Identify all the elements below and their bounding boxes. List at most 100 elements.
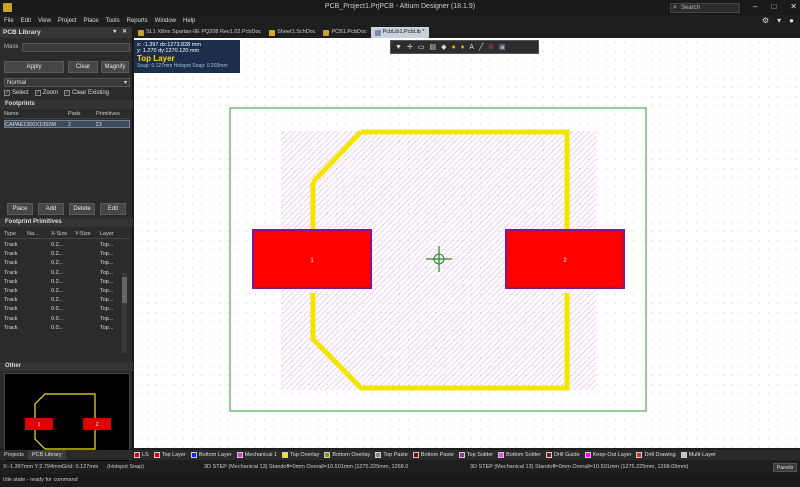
layer-tab[interactable]: Drill Guide	[545, 450, 580, 460]
layer-tab[interactable]: Top Overlay	[282, 450, 319, 460]
primitive-row[interactable]: Track 0.0... Top...	[4, 324, 130, 332]
layer-tab[interactable]: Mechanical 1	[236, 450, 277, 460]
select-checkbox[interactable]: ✓ Select	[4, 90, 29, 96]
minimize-button[interactable]: –	[753, 2, 757, 11]
bell-icon[interactable]: ▾	[777, 16, 781, 25]
menu-bar: File Edit View Project Place Tools Repor…	[0, 15, 800, 27]
tab-sl1-pcbdoc[interactable]: SL1 Xilinx Spartan-IIE PQ208 Rev1.02.Pcb…	[134, 27, 265, 38]
status-coords: X:-1.397mm Y:2.794mm	[3, 464, 63, 470]
keepout-icon[interactable]: ⊘	[488, 43, 494, 51]
layer-tab[interactable]: Bottom Overlay	[324, 450, 370, 460]
layer-label: Bottom Overlay	[332, 452, 371, 458]
mask-input[interactable]	[22, 43, 130, 52]
col-name[interactable]: Name	[4, 111, 68, 118]
panels-button[interactable]: Panels	[773, 463, 797, 472]
menu-reports[interactable]: Reports	[127, 15, 148, 27]
menu-help[interactable]: Help	[183, 15, 195, 27]
layer-tab[interactable]: Top Paste	[375, 450, 408, 460]
title-bar: PCB_Project1.PrjPCB - Altium Designer (1…	[0, 0, 800, 15]
active-bar: ▼ ✛ ▭ ▤ ◆ ● ♦ A ╱ ⊘ ▣	[390, 40, 539, 54]
menu-window[interactable]: Window	[155, 15, 176, 27]
layer-label: Top Layer	[161, 452, 186, 458]
layer-tab[interactable]: Bottom Layer	[190, 450, 232, 460]
primitive-row[interactable]: Track 0.2... Top...	[4, 287, 130, 295]
chevron-down-icon: ▾	[123, 80, 127, 86]
col-primitives[interactable]: Primitives	[96, 111, 130, 118]
tab-pcb1-pcbdoc[interactable]: PCB1.PcbDoc	[319, 27, 370, 38]
dimension-icon[interactable]: ▣	[499, 43, 506, 51]
align-icon[interactable]: ▤	[429, 43, 436, 51]
col-x-size[interactable]: X-Size	[51, 231, 75, 238]
pcb-editor-canvas[interactable]: 1 2	[134, 38, 800, 448]
menu-file[interactable]: File	[4, 15, 14, 27]
primitive-row[interactable]: Track 0.0... Top...	[4, 305, 130, 313]
layer-label: Top Overlay	[290, 452, 320, 458]
tab-pcblib1[interactable]: PcbLib1.PcbLib *	[370, 27, 429, 38]
layer-color-swatch	[236, 452, 243, 458]
col-na[interactable]: Na...	[27, 231, 51, 238]
col-layer[interactable]: Layer	[100, 231, 126, 238]
delete-button[interactable]: Delete	[69, 203, 95, 215]
zoom-checkbox[interactable]: ✓ Zoom	[34, 90, 58, 96]
primitive-row[interactable]: Track 0.0... Top...	[4, 315, 130, 323]
move-icon[interactable]: ✛	[407, 43, 413, 51]
col-y-size[interactable]: Y-Size	[75, 231, 100, 238]
footprint-drawing[interactable]: 1 2	[134, 38, 800, 448]
footprint-row[interactable]: CAPAE1300X1050M 2 23	[4, 120, 130, 128]
clear-existing-label: Clear Existing	[72, 90, 110, 96]
primitive-row[interactable]: Track 0.2... Top...	[4, 241, 130, 249]
menu-place[interactable]: Place	[84, 15, 99, 27]
col-type[interactable]: Type	[4, 231, 27, 238]
tab-projects[interactable]: Projects	[0, 450, 28, 460]
primitive-row[interactable]: Track 0.2... Top...	[4, 250, 130, 258]
layer-tab[interactable]: LS	[134, 450, 149, 460]
pad-icon[interactable]: ●	[451, 44, 455, 51]
primitive-name	[27, 250, 51, 258]
apply-button[interactable]: Apply	[4, 61, 64, 73]
layer-tab[interactable]: Top Layer	[153, 450, 186, 460]
edit-button[interactable]: Edit	[100, 203, 126, 215]
layer-tab[interactable]: Keep-Out Layer	[584, 450, 631, 460]
layer-tab[interactable]: Drill Drawing	[636, 450, 676, 460]
panel-title: PCB Library	[3, 29, 41, 36]
clear-existing-checkbox[interactable]: ✓ Clear Existing	[64, 90, 109, 96]
select-rect-icon[interactable]: ▭	[418, 43, 425, 51]
mode-dropdown[interactable]: Normal ▾	[4, 78, 130, 87]
tab-sheet1-schdoc[interactable]: Sheet1.SchDoc	[265, 27, 319, 38]
layer-tab[interactable]: Bottom Paste	[412, 450, 454, 460]
menu-view[interactable]: View	[38, 15, 51, 27]
tab-pcb-library[interactable]: PCB Library	[27, 450, 66, 460]
primitive-type: Track	[4, 269, 18, 276]
place-button[interactable]: Place	[7, 203, 33, 215]
primitive-row[interactable]: Track 0.2... Top...	[4, 278, 130, 286]
layer-tab[interactable]: Top Solder	[458, 450, 493, 460]
primitive-row[interactable]: Track 0.2... Top...	[4, 296, 130, 304]
col-pads[interactable]: Pads	[68, 111, 96, 118]
filter-icon[interactable]: ▼	[395, 44, 402, 51]
menu-project[interactable]: Project	[58, 15, 77, 27]
user-icon[interactable]: ●	[789, 16, 794, 25]
panel-tabs: Projects PCB Library	[0, 450, 133, 460]
magnify-button[interactable]: Magnify	[101, 61, 129, 73]
search-input[interactable]: ⌕ Search	[670, 3, 740, 13]
primitive-row[interactable]: Track 0.2... Top...	[4, 269, 130, 277]
clear-button[interactable]: Clear	[68, 61, 98, 73]
gear-icon[interactable]: ⚙	[762, 16, 769, 25]
primitive-name	[27, 305, 51, 313]
component-icon[interactable]: ◆	[441, 43, 446, 51]
primitive-type: Track	[4, 297, 18, 304]
layer-tab[interactable]: Bottom Solder	[498, 450, 541, 460]
text-icon[interactable]: A	[469, 44, 474, 51]
other-header: Other	[0, 362, 133, 371]
layer-tab[interactable]: Multi-Layer	[680, 450, 716, 460]
menu-tools[interactable]: Tools	[106, 15, 120, 27]
add-button[interactable]: Add	[38, 203, 64, 215]
close-button[interactable]: ✕	[790, 2, 797, 11]
primitive-row[interactable]: Track 0.2... Top...	[4, 259, 130, 267]
primitive-type: Track	[4, 260, 18, 267]
line-icon[interactable]: ╱	[479, 43, 483, 51]
menu-edit[interactable]: Edit	[21, 15, 31, 27]
panel-controls-icon[interactable]: ▾ ✕	[113, 27, 129, 38]
maximize-button[interactable]: □	[771, 2, 776, 11]
via-icon[interactable]: ♦	[461, 44, 465, 51]
